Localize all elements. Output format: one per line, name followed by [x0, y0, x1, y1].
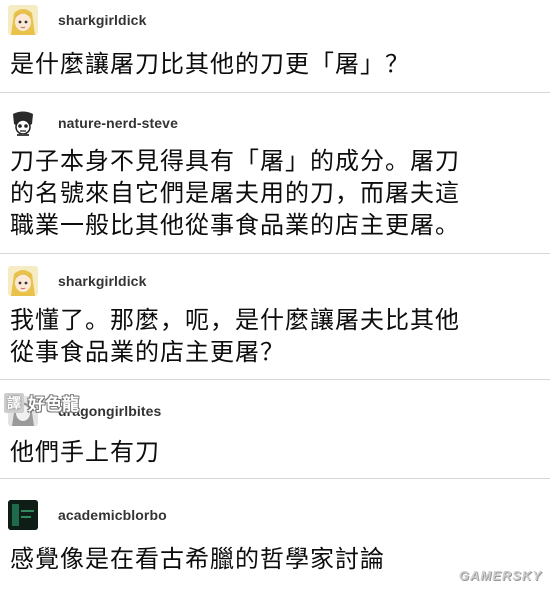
post-header: sharkgirldick: [8, 264, 146, 298]
text-line: 我懂了。那麼，呃，是什麼讓屠夫比其他: [10, 306, 460, 334]
text-line: 是什麼讓屠刀比其他的刀更「屠」？: [10, 50, 410, 78]
post-3: sharkgirldick 我懂了。那麼，呃，是什麼讓屠夫比其他 從事食品業的店…: [0, 254, 550, 379]
post-text: 我懂了。那麼，呃，是什麼讓屠夫比其他 從事食品業的店主更屠？: [10, 304, 545, 368]
text-line: 他們手上有刀: [10, 438, 160, 466]
translator-credit: 譯 好色龍: [4, 390, 79, 415]
text-line: 從事食品業的店主更屠？: [10, 338, 285, 366]
username[interactable]: nature-nerd-steve: [58, 115, 178, 131]
post-4: dragongirlbites 譯 好色龍 他們手上有刀: [0, 380, 550, 478]
text-line: 職業一般比其他從事食品業的店主更屠。: [10, 211, 460, 239]
username[interactable]: sharkgirldick: [58, 12, 146, 28]
text-line: 的名號來自它們是屠夫用的刀，而屠夫這: [10, 179, 460, 207]
post-2: nature-nerd-steve 刀子本身不見得具有「屠」的成分。屠刀 的名號…: [0, 93, 550, 253]
anime-girl-avatar-icon[interactable]: [8, 5, 38, 35]
translator-name: 好色龍: [28, 395, 79, 415]
skull-drawing-avatar-icon[interactable]: [8, 108, 38, 138]
username[interactable]: academicblorbo: [58, 507, 167, 523]
post-text: 刀子本身不見得具有「屠」的成分。屠刀 的名號來自它們是屠夫用的刀，而屠夫這 職業…: [10, 145, 545, 241]
post-text: 他們手上有刀: [10, 436, 545, 468]
post-1: sharkgirldick 是什麼讓屠刀比其他的刀更「屠」？: [0, 0, 550, 92]
translator-label: 譯: [4, 392, 24, 413]
username[interactable]: sharkgirldick: [58, 273, 146, 289]
watermark-logo: GAMERSKY: [458, 568, 542, 583]
anime-girl-avatar-icon[interactable]: [8, 266, 38, 296]
post-header: academicblorbo: [8, 498, 167, 532]
dark-green-avatar-icon[interactable]: [8, 500, 38, 530]
post-header: sharkgirldick: [8, 3, 146, 37]
text-line: 刀子本身不見得具有「屠」的成分。屠刀: [10, 147, 460, 175]
post-header: nature-nerd-steve: [8, 106, 178, 140]
post-text: 是什麼讓屠刀比其他的刀更「屠」？: [10, 48, 545, 80]
